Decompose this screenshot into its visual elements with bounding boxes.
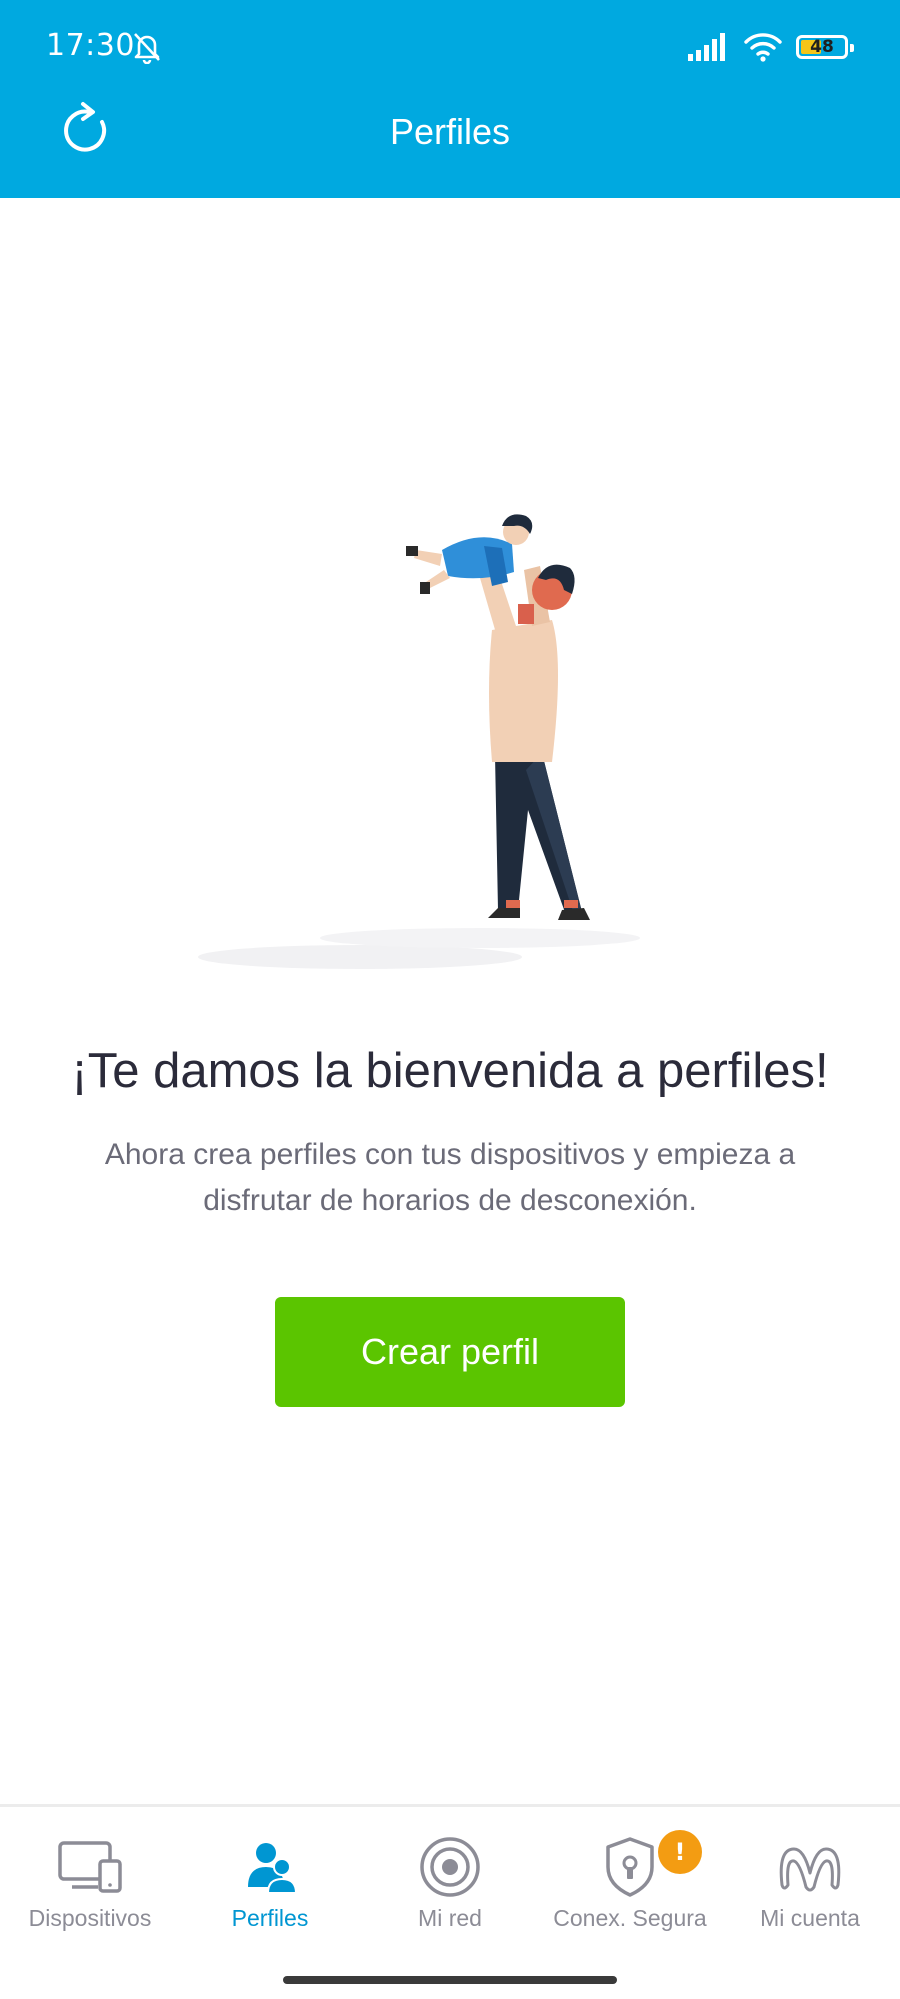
battery-nub (850, 44, 854, 52)
nav-label-perfiles: Perfiles (231, 1905, 309, 1931)
movistar-logo-icon (779, 1847, 841, 1892)
nav-label-dispositivos: Dispositivos (28, 1905, 152, 1931)
devices-icon (58, 1841, 122, 1893)
nav-item-mi-red[interactable]: Mi red (360, 1827, 540, 1947)
nav-item-conex-segura[interactable]: ! Conex. Segura (540, 1827, 720, 1947)
wifi-icon (744, 33, 782, 62)
profiles-screen: 17:30 48 Perfiles ¡Te damos la bienvenid… (0, 0, 900, 1999)
bell-off-icon (134, 33, 160, 64)
battery-icon: 48 (796, 35, 854, 59)
network-icon (420, 1837, 480, 1897)
battery-level: 48 (810, 37, 834, 57)
status-icons: 48 (688, 30, 854, 64)
nav-item-perfiles[interactable]: Perfiles (180, 1827, 360, 1947)
father-child-illustration (198, 514, 640, 969)
welcome-description: Ahora crea perfiles con tus dispositivos… (104, 1138, 796, 1217)
nav-item-mi-cuenta[interactable]: Mi cuenta (720, 1827, 900, 1947)
welcome-title: ¡Te damos la bienvenida a perfiles! (71, 1044, 829, 1098)
nav-label-conex-segura: Conex. Segura (553, 1905, 707, 1931)
signal-icon (688, 33, 725, 61)
home-indicator (283, 1976, 617, 1984)
page-title: Perfiles (389, 111, 511, 152)
nav-item-dispositivos[interactable]: Dispositivos (0, 1827, 180, 1947)
nav-label-mi-cuenta: Mi cuenta (760, 1905, 860, 1931)
status-time: 17:30 (46, 28, 135, 63)
app-bar: 17:30 48 Perfiles (0, 0, 900, 198)
create-profile-button[interactable]: Crear perfil (275, 1297, 625, 1407)
nav-label-mi-red: Mi red (418, 1905, 482, 1931)
profiles-icon (248, 1843, 298, 1894)
shield-lock-icon (606, 1837, 654, 1897)
bottom-navigation: Dispositivos Perfiles Mi red ! Conex. Se… (0, 1804, 900, 1999)
alert-badge: ! (658, 1830, 702, 1874)
